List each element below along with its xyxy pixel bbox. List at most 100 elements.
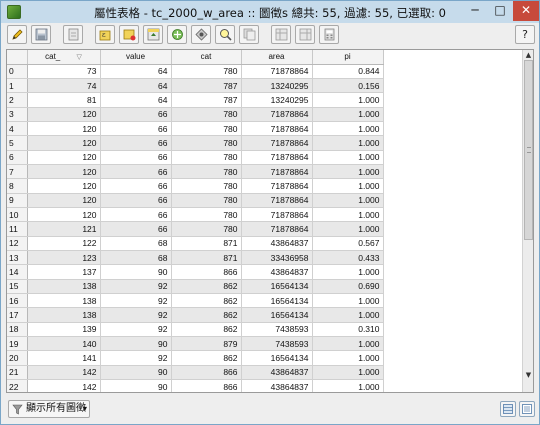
row-header[interactable]: 19 <box>7 336 28 352</box>
table-cell[interactable]: 1.000 <box>312 350 384 366</box>
table-cell[interactable]: 120 <box>27 150 101 165</box>
table-cell[interactable]: 43864837 <box>241 365 313 381</box>
table-cell[interactable]: 137 <box>27 264 101 280</box>
table-row[interactable]: 10 120 66 780 71878864 1.000 <box>7 207 523 223</box>
table-cell[interactable]: 66 <box>100 221 172 237</box>
table-cell[interactable]: 0.844 <box>312 64 384 79</box>
zoom-to-selection-button[interactable] <box>215 25 235 44</box>
toggle-editing-button[interactable] <box>7 25 27 44</box>
table-row[interactable]: 18 139 92 862 7438593 0.310 <box>7 322 523 338</box>
table-cell[interactable]: 74 <box>27 78 101 94</box>
row-header[interactable]: 21 <box>7 365 28 381</box>
table-cell[interactable]: 871 <box>171 236 242 251</box>
table-cell[interactable]: 71878864 <box>241 107 313 122</box>
table-cell[interactable]: 0.567 <box>312 236 384 251</box>
row-header[interactable]: 9 <box>7 193 28 208</box>
scroll-up-arrow-icon[interactable]: ▲ <box>524 50 533 60</box>
table-cell[interactable]: 862 <box>171 350 242 366</box>
table-cell[interactable]: 120 <box>27 121 101 137</box>
column-header[interactable]: value <box>100 50 172 65</box>
row-header[interactable]: 17 <box>7 307 28 323</box>
table-cell[interactable]: 16564134 <box>241 293 313 309</box>
table-cell[interactable]: 66 <box>100 164 172 180</box>
table-cell[interactable]: 142 <box>27 365 101 381</box>
table-cell[interactable]: 90 <box>100 336 172 352</box>
table-cell[interactable]: 787 <box>171 92 242 108</box>
table-cell[interactable]: 92 <box>100 350 172 366</box>
table-cell[interactable]: 121 <box>27 221 101 237</box>
minimize-button[interactable]: ─ <box>463 1 487 21</box>
table-row[interactable]: 19 140 90 879 7438593 1.000 <box>7 336 523 352</box>
table-cell[interactable]: 787 <box>171 78 242 94</box>
table-cell[interactable]: 66 <box>100 150 172 165</box>
table-cell[interactable]: 7438593 <box>241 322 313 338</box>
table-cell[interactable]: 73 <box>27 64 101 79</box>
table-cell[interactable]: 1.000 <box>312 121 384 137</box>
table-cell[interactable]: 71878864 <box>241 178 313 194</box>
table-cell[interactable]: 92 <box>100 293 172 309</box>
table-cell[interactable]: 1.000 <box>312 293 384 309</box>
row-header[interactable]: 13 <box>7 250 28 266</box>
column-header[interactable]: cat_ ▽ <box>27 50 101 65</box>
table-cell[interactable]: 90 <box>100 264 172 280</box>
table-cell[interactable]: 71878864 <box>241 150 313 165</box>
table-cell[interactable]: 866 <box>171 365 242 381</box>
table-row[interactable]: 6 120 66 780 71878864 1.000 <box>7 150 523 165</box>
table-cell[interactable]: 71878864 <box>241 207 313 223</box>
table-cell[interactable]: 780 <box>171 193 242 208</box>
table-cell[interactable]: 7438593 <box>241 336 313 352</box>
pan-to-selection-button[interactable] <box>167 25 187 44</box>
row-header[interactable]: 10 <box>7 207 28 223</box>
table-cell[interactable]: 92 <box>100 307 172 323</box>
table-cell[interactable]: 66 <box>100 135 172 151</box>
table-cell[interactable]: 862 <box>171 307 242 323</box>
table-row[interactable]: 3 120 66 780 71878864 1.000 <box>7 107 523 122</box>
row-header[interactable]: 4 <box>7 121 28 137</box>
table-cell[interactable]: 71878864 <box>241 135 313 151</box>
table-row[interactable]: 5 120 66 780 71878864 1.000 <box>7 135 523 151</box>
table-cell[interactable]: 1.000 <box>312 379 384 392</box>
table-cell[interactable]: 866 <box>171 379 242 392</box>
table-cell[interactable]: 138 <box>27 307 101 323</box>
table-cell[interactable]: 138 <box>27 279 101 295</box>
row-header[interactable]: 5 <box>7 135 28 151</box>
table-cell[interactable]: 862 <box>171 322 242 338</box>
table-row[interactable]: 1 74 64 787 13240295 0.156 <box>7 78 523 94</box>
table-cell[interactable]: 120 <box>27 107 101 122</box>
table-cell[interactable]: 780 <box>171 207 242 223</box>
table-cell[interactable]: 71878864 <box>241 221 313 237</box>
table-cell[interactable]: 33436958 <box>241 250 313 266</box>
table-cell[interactable]: 66 <box>100 107 172 122</box>
table-cell[interactable]: 871 <box>171 250 242 266</box>
table-cell[interactable]: 64 <box>100 92 172 108</box>
table-cell[interactable]: 0.156 <box>312 78 384 94</box>
table-cell[interactable]: 68 <box>100 250 172 266</box>
table-row[interactable]: 7 120 66 780 71878864 1.000 <box>7 164 523 180</box>
table-cell[interactable]: 66 <box>100 121 172 137</box>
table-cell[interactable]: 780 <box>171 178 242 194</box>
table-cell[interactable]: 879 <box>171 336 242 352</box>
column-header[interactable]: pi <box>312 50 384 65</box>
table-cell[interactable]: 64 <box>100 64 172 79</box>
form-view-button[interactable] <box>519 401 535 417</box>
table-row[interactable]: 4 120 66 780 71878864 1.000 <box>7 121 523 137</box>
row-header[interactable]: 15 <box>7 279 28 295</box>
save-edits-button[interactable] <box>31 25 51 44</box>
table-row[interactable]: 22 142 90 866 43864837 1.000 <box>7 379 523 392</box>
row-header[interactable]: 3 <box>7 107 28 122</box>
table-cell[interactable]: 1.000 <box>312 307 384 323</box>
row-header[interactable]: 2 <box>7 92 28 108</box>
table-cell[interactable]: 0.690 <box>312 279 384 295</box>
table-cell[interactable]: 71878864 <box>241 64 313 79</box>
table-cell[interactable]: 68 <box>100 236 172 251</box>
table-cell[interactable]: 123 <box>27 250 101 266</box>
table-cell[interactable]: 862 <box>171 279 242 295</box>
row-header[interactable]: 7 <box>7 164 28 180</box>
table-cell[interactable]: 141 <box>27 350 101 366</box>
new-column-button[interactable] <box>271 25 291 44</box>
select-by-expression-button[interactable]: ε <box>95 25 115 44</box>
table-cell[interactable]: 1.000 <box>312 164 384 180</box>
table-row[interactable]: 17 138 92 862 16564134 1.000 <box>7 307 523 323</box>
table-row[interactable]: 12 122 68 871 43864837 0.567 <box>7 236 523 251</box>
table-cell[interactable]: 138 <box>27 293 101 309</box>
